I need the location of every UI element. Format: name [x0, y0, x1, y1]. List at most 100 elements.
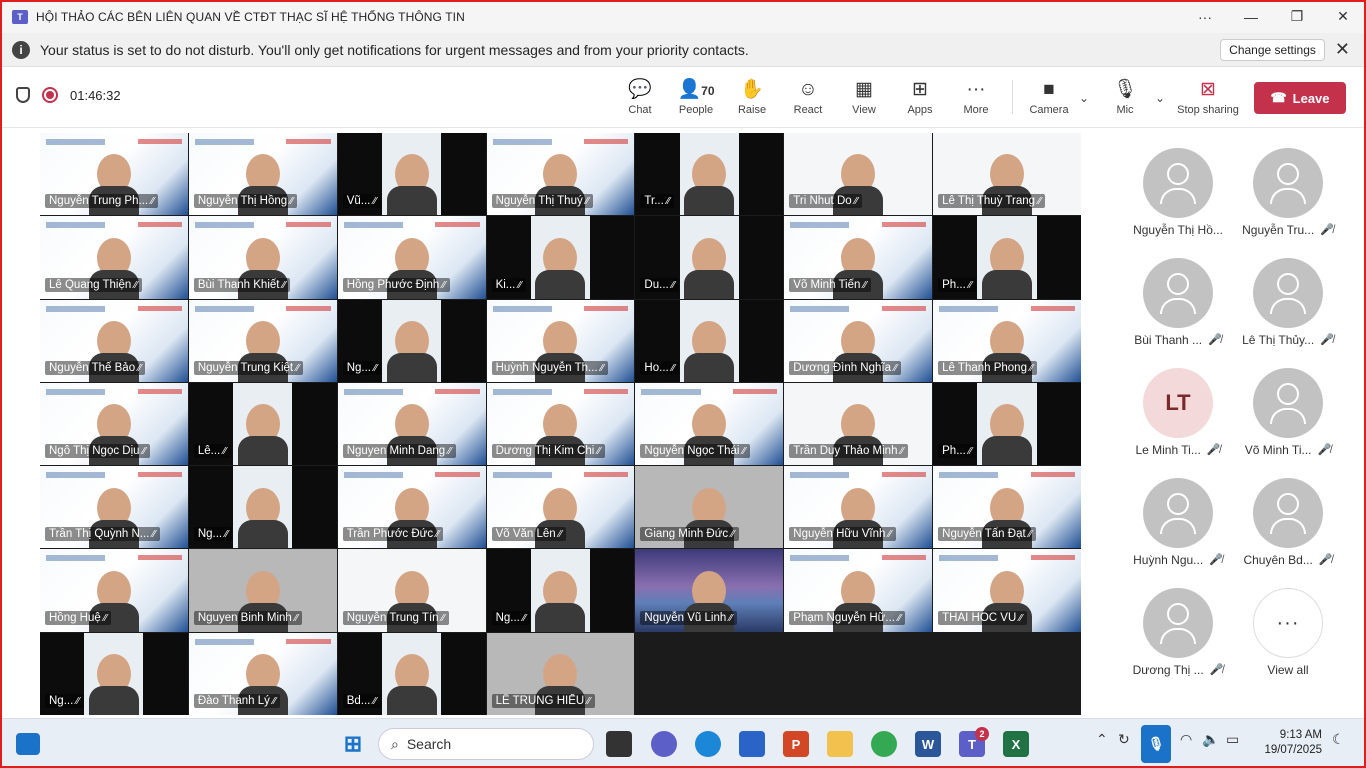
react-button[interactable]: ☺ React — [780, 79, 836, 116]
participant-tile[interactable]: Võ Văn Lên ⁄⁄ — [486, 466, 635, 549]
participant-tile[interactable]: Phạm Nguyễn Hữ... ⁄⁄ — [784, 549, 933, 632]
person-head-icon — [1277, 383, 1299, 405]
chat-button[interactable]: 💬 Chat — [612, 79, 668, 116]
participant-tile[interactable]: Ng... ⁄⁄ — [486, 549, 635, 632]
apps-button[interactable]: ⊞ Apps — [892, 79, 948, 116]
sync-icon[interactable]: ↻ — [1118, 731, 1130, 748]
participant-tile[interactable]: Huỳnh Nguyễn Th... ⁄⁄ — [486, 299, 635, 382]
roster-participant[interactable]: Võ Minh Ti... 🎤̸ — [1238, 368, 1338, 457]
participant-tile[interactable]: Ng... ⁄⁄ — [188, 466, 337, 549]
wifi-icon[interactable]: ◠ — [1180, 731, 1192, 748]
participant-tile[interactable]: THAI HOC VU ⁄⁄ — [933, 549, 1081, 632]
participant-tile[interactable]: Võ Minh Tiến ⁄⁄ — [784, 216, 933, 299]
taskbar-clock[interactable]: 9:13 AM 19/07/2025 — [1252, 728, 1322, 758]
participant-tile[interactable]: Nguyễn Ngọc Thái ⁄⁄ — [635, 382, 784, 466]
participant-tile[interactable]: Lê... ⁄⁄ — [188, 382, 337, 466]
participant-tile[interactable]: Nguyen Minh Dang ⁄⁄ — [337, 382, 486, 466]
participant-tile[interactable]: Nguyễn Vũ Linh ⁄⁄ — [635, 549, 784, 632]
view-all-button[interactable]: ··· View all — [1238, 588, 1338, 677]
participant-tile[interactable]: Ho... ⁄⁄ — [635, 299, 784, 382]
teams-taskbar-icon[interactable]: T2 — [959, 727, 989, 757]
raise-hand-button[interactable]: ✋ Raise — [724, 79, 780, 116]
people-button[interactable]: 👤70 People — [668, 79, 724, 116]
participant-tile[interactable]: Ki... ⁄⁄ — [486, 216, 635, 299]
participant-tile[interactable]: Trần Phước Đức ⁄⁄ — [337, 466, 486, 549]
participant-name: Tri Nhut Do — [793, 195, 852, 208]
change-settings-button[interactable]: Change settings — [1220, 38, 1325, 61]
participant-tile[interactable]: Tri Nhut Do ⁄⁄ — [784, 133, 933, 216]
shield-icon[interactable] — [16, 87, 30, 103]
restore-button[interactable]: ❐ — [1274, 0, 1320, 33]
participant-tile[interactable]: Ng... ⁄⁄ — [337, 299, 486, 382]
meet-app-icon[interactable] — [651, 731, 677, 757]
view-button[interactable]: ▦ View — [836, 79, 892, 116]
participant-tile[interactable]: Nguyễn Thị Hồng ⁄⁄ — [188, 133, 337, 216]
participant-tile[interactable]: Dương Thị Kim Chi ⁄⁄ — [486, 382, 635, 466]
participant-tile[interactable]: Nguyễn Trung Ph... ⁄⁄ — [40, 133, 188, 216]
participant-tile[interactable]: Ng... ⁄⁄ — [40, 632, 188, 715]
roster-participant[interactable]: LT Le Minh Ti... 🎤̸ — [1128, 368, 1228, 457]
moon-icon[interactable]: ☾ — [1332, 731, 1345, 748]
minimize-button[interactable]: — — [1228, 0, 1274, 33]
participant-tile[interactable]: Nguyễn Trung Tín ⁄⁄ — [337, 549, 486, 632]
participant-tile[interactable]: Lê Thị Thuỳ Trang ⁄⁄ — [933, 133, 1081, 216]
volume-icon[interactable]: 🔈 — [1202, 731, 1219, 748]
banner-close-icon[interactable]: ✕ — [1335, 39, 1350, 60]
participant-tile[interactable]: Trần Thị Quỳnh N... ⁄⁄ — [40, 466, 188, 549]
participant-tile[interactable]: Hồng Huệ ⁄⁄ — [40, 549, 188, 632]
participant-tile[interactable]: Ph... ⁄⁄ — [933, 382, 1081, 466]
leave-button[interactable]: ☎ Leave — [1254, 82, 1346, 114]
task-view-icon[interactable] — [606, 731, 632, 757]
participant-tile[interactable]: LÊ TRUNG HIẾU ⁄⁄ — [486, 632, 635, 715]
roster-participant[interactable]: Bùi Thanh ... 🎤̸ — [1128, 258, 1228, 347]
camera-button[interactable]: ■ Camera — [1021, 79, 1077, 116]
powerpoint-icon[interactable]: P — [783, 731, 809, 757]
participant-tile[interactable]: Trần Duy Thảo Minh ⁄⁄ — [784, 382, 933, 466]
chevron-up-icon[interactable]: ⌃ — [1096, 731, 1108, 748]
desktop-widget-icon[interactable] — [16, 733, 40, 755]
roster-participant[interactable]: Nguyễn Tru... 🎤̸ — [1238, 148, 1338, 237]
participant-tile[interactable]: Vũ... ⁄⁄ — [337, 133, 486, 216]
participant-tile[interactable]: Đào Thanh Lý ⁄⁄ — [188, 632, 337, 715]
participant-tile[interactable]: Nguyen Binh Minh ⁄⁄ — [188, 549, 337, 632]
battery-icon[interactable]: ▭ — [1226, 731, 1239, 748]
roster-participant[interactable]: Lê Thị Thủy... 🎤̸ — [1238, 258, 1338, 347]
participant-tile[interactable]: Bùi Thanh Khiết ⁄⁄ — [188, 216, 337, 299]
camera-options-chevron-icon[interactable]: ⌄ — [1079, 91, 1089, 105]
microphone-tray-icon[interactable]: 🎙 — [1141, 725, 1171, 763]
taskbar-search[interactable]: ⌕ Search — [378, 728, 594, 760]
participant-tile[interactable]: Nguyễn Thị Thuý ⁄⁄ — [486, 133, 635, 216]
mic-options-chevron-icon[interactable]: ⌄ — [1155, 91, 1165, 105]
participant-tile[interactable]: Hồng Phước Định ⁄⁄ — [337, 216, 486, 299]
participant-tile[interactable]: Dương Đình Nghĩa ⁄⁄ — [784, 299, 933, 382]
participant-tile[interactable]: Lê Thanh Phong ⁄⁄ — [933, 299, 1081, 382]
participant-tile[interactable]: Bd... ⁄⁄ — [337, 632, 486, 715]
mic-button[interactable]: 🎙 Mic — [1097, 79, 1153, 116]
store-icon[interactable] — [739, 731, 765, 757]
participant-tile[interactable]: Lê Quang Thiện ⁄⁄ — [40, 216, 188, 299]
roster-participant[interactable]: Huỳnh Ngu... 🎤̸ — [1128, 478, 1228, 567]
participant-tile[interactable]: Nguyễn Thế Bảo ⁄⁄ — [40, 299, 188, 382]
word-icon[interactable]: W — [915, 731, 941, 757]
roster-participant[interactable]: Nguyễn Thị Hồ... — [1128, 148, 1228, 237]
participant-tile[interactable]: Ph... ⁄⁄ — [933, 216, 1081, 299]
participant-tile[interactable]: Ngô Thị Ngọc Dịu ⁄⁄ — [40, 382, 188, 466]
stop-sharing-button[interactable]: ⊠ Stop sharing — [1175, 79, 1241, 116]
roster-participant[interactable]: Chuyên Bd... 🎤̸ — [1238, 478, 1338, 567]
close-window-button[interactable]: ✕ — [1320, 0, 1366, 33]
more-options-button[interactable]: ··· — [1182, 0, 1228, 33]
edge-browser-icon[interactable] — [695, 731, 721, 757]
chrome-icon[interactable] — [871, 731, 897, 757]
participant-tile[interactable]: Nguyễn Hữu Vĩnh ⁄⁄ — [784, 466, 933, 549]
excel-icon[interactable]: X — [1003, 731, 1029, 757]
roster-participant[interactable]: Dương Thị ... 🎤̸ — [1128, 588, 1228, 677]
windows-start-icon[interactable]: ⊞ — [340, 731, 366, 757]
participant-tile[interactable]: Nguyễn Tấn Đạt ⁄⁄ — [933, 466, 1081, 549]
roster-name-row: Chuyên Bd... 🎤̸ — [1238, 553, 1338, 567]
more-button[interactable]: ··· More — [948, 79, 1004, 116]
participant-tile[interactable]: Du... ⁄⁄ — [635, 216, 784, 299]
participant-tile[interactable]: Nguyễn Trung Kiệt ⁄⁄ — [188, 299, 337, 382]
participant-tile[interactable]: Giang Minh Đức ⁄⁄ — [635, 466, 784, 549]
file-explorer-icon[interactable] — [827, 731, 853, 757]
participant-tile[interactable]: Tr... ⁄⁄ — [635, 133, 784, 216]
